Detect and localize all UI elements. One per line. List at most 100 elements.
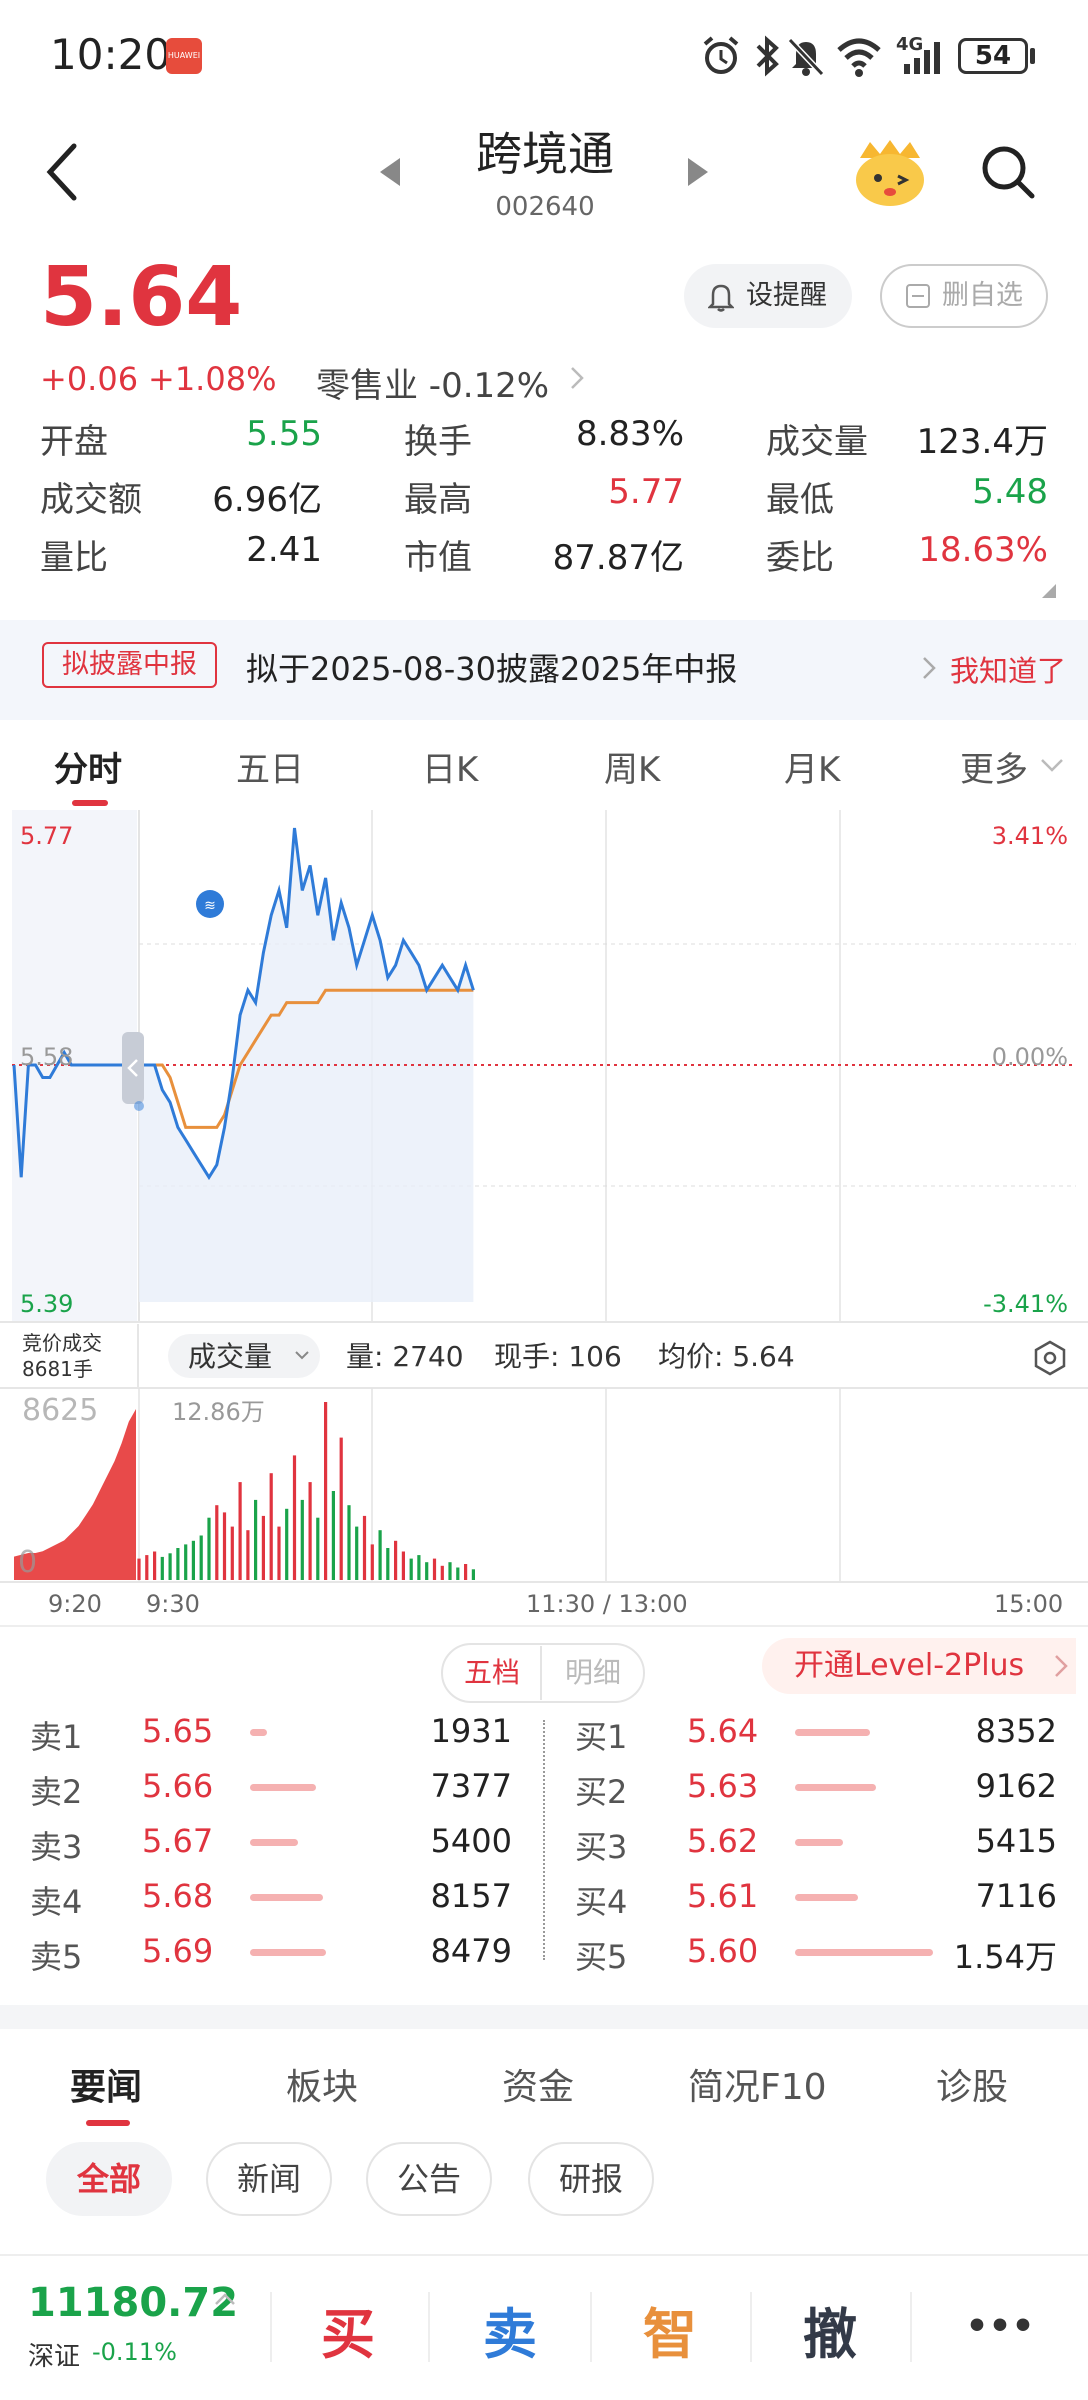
quote-value: 6.96亿 (212, 480, 322, 520)
index-value[interactable]: 11180.72 (28, 2280, 238, 2326)
quote-label: 最高 (404, 480, 472, 520)
volume-bar (316, 1517, 320, 1580)
price-axis-mid: 5.58 (20, 1043, 73, 1071)
stock-code: 002640 (495, 192, 595, 222)
sell-level-row[interactable]: 卖1 5.65 1931 (0, 1712, 540, 1767)
more-icon[interactable]: ••• (950, 2306, 1050, 2347)
quote-value: 5.77 (608, 472, 684, 512)
search-icon[interactable] (980, 144, 1036, 200)
tab-profile-f10[interactable]: 简况F10 (688, 2058, 827, 2110)
buy-level-row[interactable]: 买4 5.61 7116 (545, 1877, 1085, 1932)
level-qty: 5415 (975, 1822, 1057, 1860)
quote-label: 市值 (404, 538, 472, 578)
intraday-chart[interactable]: ≋ 5.77 5.58 5.39 3.41% 0.00% -3.41% 竞价成交… (0, 810, 1088, 1630)
time-label: 9:30 (146, 1590, 200, 1618)
tab-details[interactable]: 明细 (544, 1646, 642, 1700)
expand-corner-icon[interactable] (1042, 584, 1056, 598)
next-stock-arrow-icon[interactable] (686, 156, 710, 188)
filter-all[interactable]: 全部 (46, 2142, 172, 2216)
quote-value: 5.55 (246, 414, 322, 454)
volume-bar (222, 1512, 227, 1580)
volume-bar (355, 1526, 359, 1580)
sector-link[interactable]: 零售业 -0.12% (316, 358, 549, 407)
volume-bar (300, 1499, 304, 1580)
tab-diagnosis[interactable]: 诊股 (936, 2058, 1008, 2110)
tab-five-day[interactable]: 五日 (236, 742, 304, 791)
battery-tip (1030, 48, 1035, 64)
sell-level-row[interactable]: 卖2 5.66 7377 (0, 1767, 540, 1822)
level-price: 5.64 (687, 1712, 759, 1750)
quote-grid: 开盘 5.55 换手 8.83% 成交量 123.4万 成交额 6.96亿 最高… (0, 414, 1088, 594)
level-volume-bar (795, 1729, 870, 1736)
level2-upgrade-button[interactable]: 开通Level-2Plus (762, 1638, 1076, 1694)
volume-bar (347, 1505, 351, 1580)
volume-bar (207, 1517, 211, 1580)
sell-level-row[interactable]: 卖3 5.67 5400 (0, 1822, 540, 1877)
tab-five-levels[interactable]: 五档 (444, 1646, 542, 1700)
drag-handle[interactable] (122, 1032, 144, 1104)
quote-label: 换手 (404, 422, 472, 462)
tab-capital[interactable]: 资金 (502, 2058, 574, 2110)
volume-bar (425, 1562, 429, 1580)
buy-level-row[interactable]: 买1 5.64 8352 (545, 1712, 1085, 1767)
volume-bar (215, 1505, 219, 1580)
volume-bar (464, 1564, 468, 1580)
signal-icon (904, 42, 940, 74)
dismiss-banner-button[interactable]: 我知道了 (950, 648, 1066, 690)
volume-bar (378, 1530, 382, 1580)
tab-headlines[interactable]: 要闻 (70, 2058, 142, 2110)
volume-bar (168, 1553, 172, 1580)
pct-axis-mid: 0.00% (992, 1043, 1068, 1071)
mascot-icon[interactable] (850, 138, 930, 208)
smart-button[interactable]: 智 (620, 2290, 720, 2369)
tab-weekly-k[interactable]: 周K (604, 742, 660, 791)
tab-monthly-k[interactable]: 月K (784, 742, 840, 791)
filter-research[interactable]: 研报 (528, 2142, 654, 2216)
quote-label: 量比 (40, 538, 108, 578)
active-tab-indicator (72, 800, 108, 806)
sell-level-row[interactable]: 卖4 5.68 8157 (0, 1877, 540, 1932)
divider (910, 2292, 912, 2362)
volume-bar (269, 1473, 273, 1580)
quote-label: 成交额 (40, 480, 142, 520)
level-label: 买1 (575, 1718, 628, 1756)
sell-level-row[interactable]: 卖5 5.69 8479 (0, 1932, 540, 1987)
buy-level-row[interactable]: 买5 5.60 1.54万 (545, 1932, 1085, 1987)
volume-bar (285, 1508, 289, 1580)
level-label: 买2 (575, 1773, 628, 1811)
section-separator (0, 2005, 1088, 2029)
filter-news[interactable]: 新闻 (206, 2142, 332, 2216)
sell-button[interactable]: 卖 (460, 2290, 560, 2369)
level-price: 5.65 (142, 1712, 214, 1750)
level-price: 5.60 (687, 1932, 759, 1970)
volume-bar (370, 1544, 374, 1580)
index-name: 深证 (28, 2342, 81, 2372)
tab-more[interactable]: 更多 (960, 742, 1028, 791)
buy-level-row[interactable]: 买2 5.63 9162 (545, 1767, 1085, 1822)
tab-intraday[interactable]: 分时 (54, 742, 122, 791)
price-change: +0.06 (40, 360, 139, 398)
quote-value: 5.48 (972, 472, 1048, 512)
volume-bar (362, 1515, 367, 1580)
quote-value: 123.4万 (916, 422, 1048, 462)
buy-level-row[interactable]: 买3 5.62 5415 (545, 1822, 1085, 1877)
settings-icon[interactable] (1034, 1340, 1066, 1376)
back-arrow-icon[interactable] (40, 140, 84, 204)
level-qty: 1931 (430, 1712, 512, 1750)
level-price: 5.69 (142, 1932, 214, 1970)
level-label: 买5 (575, 1938, 628, 1976)
cancel-order-button[interactable]: 撤 (780, 2290, 880, 2369)
volume-bar (456, 1567, 460, 1580)
level-volume-bar (250, 1894, 323, 1901)
tab-sectors[interactable]: 板块 (286, 2058, 358, 2110)
buy-button[interactable]: 买 (298, 2290, 398, 2369)
filter-announcements[interactable]: 公告 (366, 2142, 492, 2216)
index-change: -0.11% (92, 2338, 177, 2366)
volume-peak-label: 12.86万 (172, 1398, 265, 1426)
level-volume-bar (795, 1894, 858, 1901)
level-price: 5.67 (142, 1822, 214, 1860)
bell-icon (708, 284, 734, 312)
tab-daily-k[interactable]: 日K (422, 742, 478, 791)
mute-icon (787, 37, 825, 77)
volume-bar (277, 1526, 281, 1580)
